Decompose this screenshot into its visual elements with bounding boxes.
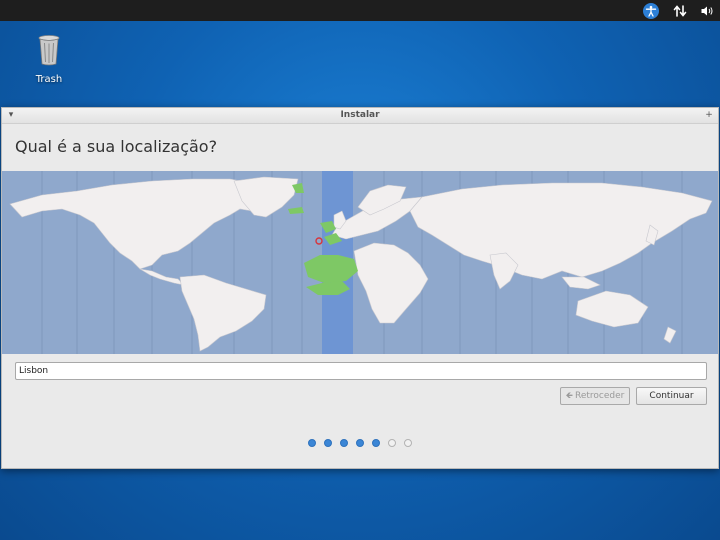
location-input[interactable] (15, 362, 707, 380)
progress-dot (340, 439, 348, 447)
trash-icon (38, 35, 60, 66)
back-arrow-icon: 🡸 (565, 391, 573, 401)
window-maximize-icon[interactable]: + (703, 109, 715, 121)
network-indicator[interactable] (670, 0, 690, 21)
selected-city-marker (315, 237, 323, 245)
continue-button-label: Continuar (649, 391, 694, 401)
progress-dot (388, 439, 396, 447)
network-icon (673, 4, 687, 17)
back-button-label: Retroceder (574, 391, 625, 401)
progress-dot (324, 439, 332, 447)
trash-label: Trash (35, 74, 63, 85)
back-button[interactable]: 🡸 Retroceder (560, 387, 630, 405)
accessibility-icon (643, 2, 659, 19)
continents (9, 176, 713, 352)
volume-indicator[interactable] (697, 0, 717, 21)
accessibility-indicator[interactable] (641, 0, 661, 21)
desktop-trash[interactable]: Trash (24, 34, 74, 85)
page-title: Qual é a sua localização? (15, 137, 218, 156)
top-panel (0, 0, 720, 21)
step-progress (2, 439, 718, 447)
installer-window: ▾ Instalar + Qual é a sua localização? L… (1, 107, 719, 469)
progress-dot (404, 439, 412, 447)
progress-dot (356, 439, 364, 447)
volume-icon (701, 6, 713, 15)
progress-dot (308, 439, 316, 447)
continue-button[interactable]: Continuar (636, 387, 707, 405)
progress-dot (372, 439, 380, 447)
timezone-map[interactable] (2, 171, 718, 354)
window-title: Instalar (340, 110, 380, 120)
window-titlebar[interactable]: ▾ Instalar + (2, 108, 718, 124)
